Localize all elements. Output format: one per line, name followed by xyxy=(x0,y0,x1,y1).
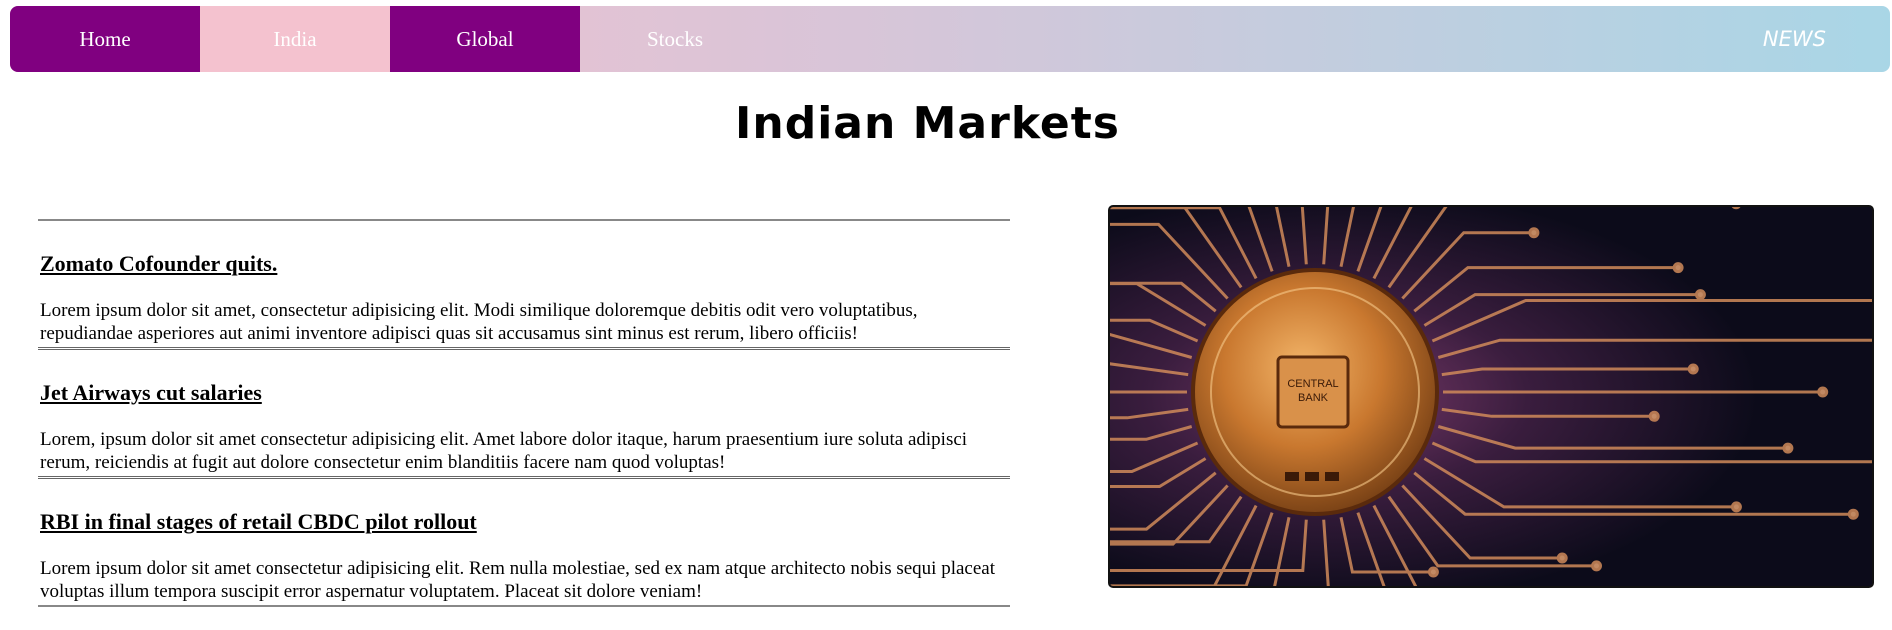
circuit-node xyxy=(1731,207,1741,210)
circuit-node xyxy=(1556,552,1568,564)
circuit-node xyxy=(1672,262,1684,274)
circuit-node xyxy=(1648,410,1660,422)
news-summary: Lorem ipsum dolor sit amet consectetur a… xyxy=(40,558,996,602)
news-item: RBI in final stages of retail CBDC pilot… xyxy=(38,479,1010,607)
circuit-node xyxy=(1730,501,1742,513)
chip-label: CENTRAL xyxy=(1287,378,1338,390)
circuit-node xyxy=(1694,289,1706,301)
hero-image: CENTRAL BANK xyxy=(1108,205,1874,588)
news-headline-link[interactable]: RBI in final stages of retail CBDC pilot… xyxy=(40,479,1008,535)
news-headline-link[interactable]: Jet Airways cut salaries xyxy=(40,350,1008,406)
circuit-node xyxy=(1687,363,1699,375)
circuit-node xyxy=(1528,227,1540,239)
nav-india[interactable]: India xyxy=(200,6,390,72)
news-item: Zomato Cofounder quits. Lorem ipsum dolo… xyxy=(38,221,1010,350)
nav-global[interactable]: Global xyxy=(390,6,580,72)
news-item: Jet Airways cut salaries Lorem, ipsum do… xyxy=(38,350,1010,479)
top-navbar: Home India Global Stocks NEWS xyxy=(10,6,1890,72)
news-summary: Lorem ipsum dolor sit amet, consectetur … xyxy=(40,300,918,344)
news-headline-link[interactable]: Zomato Cofounder quits. xyxy=(40,221,1008,277)
circuit-node xyxy=(1817,386,1829,398)
circuit-node xyxy=(1427,566,1439,578)
news-list: Zomato Cofounder quits. Lorem ipsum dolo… xyxy=(38,219,1010,607)
nav-stocks[interactable]: Stocks xyxy=(580,6,770,72)
circuit-node xyxy=(1591,560,1602,572)
nav-home[interactable]: Home xyxy=(10,6,200,72)
chip-label: BANK xyxy=(1298,392,1329,404)
circuit-node xyxy=(1847,508,1859,520)
brand-logo[interactable]: NEWS xyxy=(1763,6,1826,72)
page-title: Indian Markets xyxy=(735,98,1120,149)
circuit-coin-illustration: CENTRAL BANK xyxy=(1110,207,1872,586)
news-summary: Lorem, ipsum dolor sit amet consectetur … xyxy=(40,429,968,473)
circuit-node xyxy=(1782,442,1794,454)
